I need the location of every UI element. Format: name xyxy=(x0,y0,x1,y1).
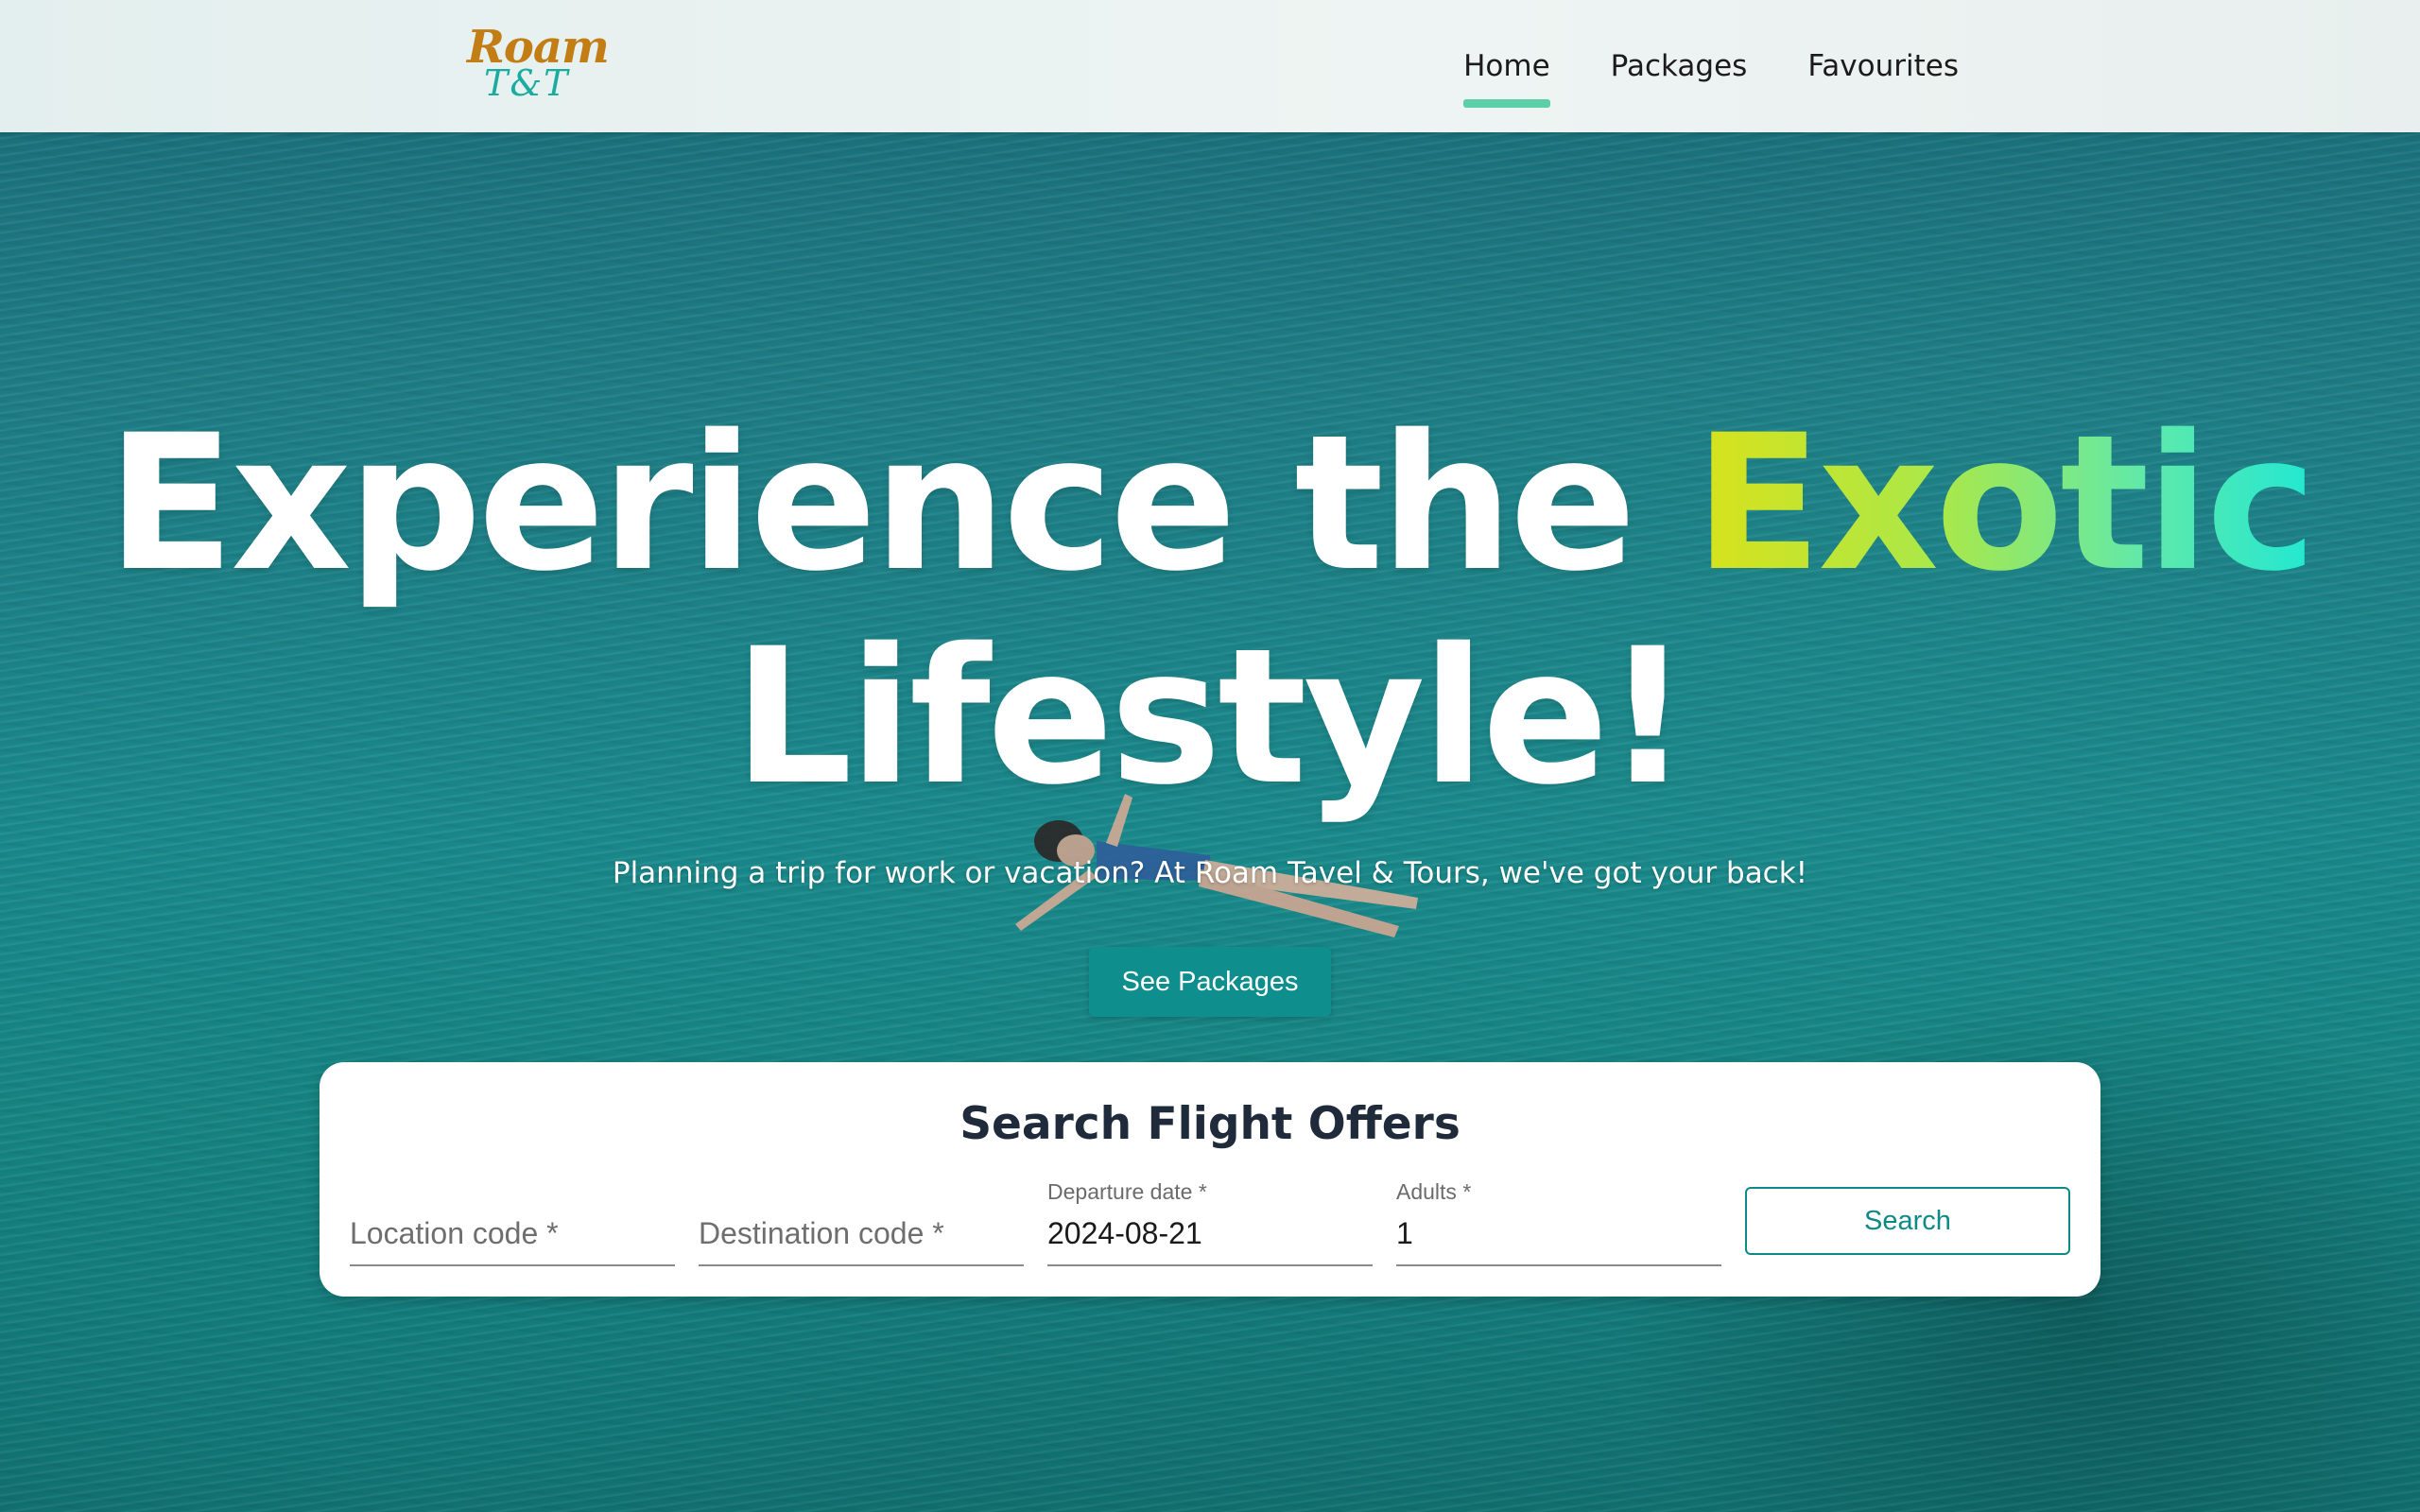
logo-text-tt: T&T xyxy=(484,62,570,104)
nav-packages[interactable]: Packages xyxy=(1611,43,1748,89)
main-nav: Home Packages Favourites xyxy=(1403,0,1959,132)
departure-date-input[interactable] xyxy=(1047,1208,1373,1266)
hero-title-part1: Experience the xyxy=(106,394,1695,612)
hero-subtitle: Planning a trip for work or vacation? At… xyxy=(612,856,1808,890)
departure-date-field: Departure date * xyxy=(1047,1176,1373,1266)
departure-date-label: Departure date * xyxy=(1047,1179,1207,1204)
top-navbar: Roam T&T Home Packages Favourites xyxy=(0,0,2420,132)
nav-favourites[interactable]: Favourites xyxy=(1807,43,1959,89)
search-card-title: Search Flight Offers xyxy=(959,1098,1461,1150)
hero-title-highlight: Exotic xyxy=(1694,394,2317,612)
page: Roam T&T Home Packages Favourites Experi… xyxy=(0,0,2420,1512)
adults-field: Adults * xyxy=(1396,1176,1721,1266)
adults-label: Adults * xyxy=(1396,1179,1472,1204)
see-packages-button[interactable]: See Packages xyxy=(1089,947,1331,1017)
location-code-field xyxy=(350,1176,675,1266)
hero-title-part2: Lifestyle! xyxy=(733,608,1690,826)
hero-title: Experience the Exotic Lifestyle! xyxy=(0,397,2420,824)
brand-logo[interactable]: Roam T&T xyxy=(461,21,610,106)
flight-search-card: Search Flight Offers Departure date * Ad… xyxy=(320,1062,2100,1297)
nav-home[interactable]: Home xyxy=(1463,43,1550,108)
destination-code-input[interactable] xyxy=(699,1208,1024,1266)
adults-input[interactable] xyxy=(1396,1208,1721,1266)
search-button[interactable]: Search xyxy=(1745,1187,2070,1255)
location-code-input[interactable] xyxy=(350,1208,675,1266)
destination-code-field xyxy=(699,1176,1024,1266)
